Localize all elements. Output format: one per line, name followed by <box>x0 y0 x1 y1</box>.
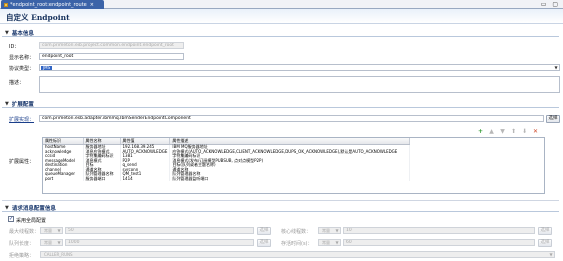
queue-length-choose-button: 选择 <box>257 239 271 247</box>
chevron-down-icon: ▼ <box>549 252 553 257</box>
editor-header: 自定义 Endpoint <box>0 9 563 24</box>
protocol-label: 协议类型： <box>9 66 35 72</box>
delete-icon[interactable]: ✕ <box>532 128 539 135</box>
core-threads-label: 核心线程数： <box>281 229 312 235</box>
editor-tab-label: *endpoint_root:endpoint_route <box>10 1 87 8</box>
id-field: com.primeton.eib.project.common.endpoint… <box>39 42 184 49</box>
chevron-down-icon: ▼ <box>554 65 558 70</box>
impl-choose-button[interactable]: 选择 <box>546 115 560 123</box>
max-threads-mode-value: 常量 <box>44 228 52 233</box>
keepalive-field: 60 <box>343 239 535 246</box>
add-icon[interactable]: + <box>477 128 484 135</box>
section-request-config-title: 请求消息配置信息 <box>11 205 56 212</box>
keepalive-label: 存活时间(s)： <box>281 241 313 247</box>
page-title: 自定义 Endpoint <box>6 13 70 22</box>
reject-policy-value: CALLER_RUNS <box>44 252 73 257</box>
max-threads-choose-button: 选择 <box>257 227 271 235</box>
table-row[interactable]: port 服务器端口 1414 队列管理器监听端口 <box>43 176 411 181</box>
move-bottom-icon[interactable]: ⬇ <box>521 128 528 135</box>
close-tab-icon[interactable]: × <box>90 2 94 8</box>
name-label: 显示名称： <box>9 55 35 61</box>
chevron-down-icon: ▼ <box>57 228 61 233</box>
queue-length-mode-value: 常量 <box>44 240 52 245</box>
cell-description: 队列管理器监听端口 <box>169 176 411 181</box>
use-global-label: 采用全局配置 <box>16 218 47 224</box>
keepalive-choose-button: 选择 <box>538 239 552 247</box>
move-up-icon[interactable]: ▲ <box>488 128 495 135</box>
name-field[interactable]: endpoint_root <box>39 53 184 60</box>
chevron-down-icon: ▼ <box>335 228 339 233</box>
max-threads-label: 最大线程数： <box>9 229 40 235</box>
cell-id: port <box>43 176 84 181</box>
chevron-down-icon: ▼ <box>335 240 339 245</box>
keepalive-mode-select: 常量 ▼ <box>318 239 341 246</box>
move-top-icon[interactable]: ⬆ <box>510 128 517 135</box>
section-extension[interactable]: ▼ 扩展配置 <box>2 100 559 108</box>
queue-length-field: 1000 <box>65 239 254 246</box>
window-controls[interactable]: ▭ ▢ <box>541 1 560 8</box>
queue-length-label: 队列长度： <box>9 241 35 247</box>
move-down-icon[interactable]: ▼ <box>499 128 506 135</box>
cell-value[interactable]: 1414 <box>120 176 171 181</box>
queue-length-mode-select: 常量 ▼ <box>40 239 63 246</box>
core-threads-choose-button: 选择 <box>538 227 552 235</box>
section-basic-info-title: 基本信息 <box>11 30 34 37</box>
description-label: 描述： <box>9 80 25 86</box>
max-threads-mode-select: 常量 ▼ <box>40 227 63 234</box>
core-threads-mode-select: 常量 ▼ <box>318 227 341 234</box>
chevron-down-icon: ▼ <box>57 240 61 245</box>
editor-tab-bar: *endpoint_root:endpoint_route × ▭ ▢ <box>0 0 563 9</box>
reject-policy-label: 拒绝策略： <box>9 253 35 259</box>
section-basic-info[interactable]: ▼ 基本信息 <box>2 29 559 37</box>
use-global-checkbox[interactable]: ✓ <box>8 216 14 222</box>
extension-properties-table[interactable]: 属性标识 属性名称 属性值 属性描述 hostName 服务器地址 192.16… <box>42 137 545 194</box>
collapse-triangle-icon[interactable]: ▼ <box>5 101 9 107</box>
cell-name: 服务器端口 <box>83 176 121 181</box>
protocol-select[interactable]: JMS ▼ <box>39 64 560 71</box>
collapse-triangle-icon[interactable]: ▼ <box>5 205 9 211</box>
core-threads-field: 10 <box>343 227 535 234</box>
impl-class-field[interactable]: com.primeton.esb.adapter.ibmmq.IbmSender… <box>39 115 544 122</box>
impl-label-link[interactable]: 扩展实现： <box>9 116 34 123</box>
reject-policy-select: CALLER_RUNS ▼ <box>40 251 555 258</box>
max-threads-field: 50 <box>65 227 254 234</box>
props-label: 扩展属性： <box>9 159 35 165</box>
protocol-selected-value: JMS <box>41 65 53 70</box>
section-request-config[interactable]: ▼ 请求消息配置信息 <box>2 204 559 212</box>
editor-tab[interactable]: *endpoint_root:endpoint_route × <box>1 0 104 9</box>
keepalive-mode-value: 常量 <box>322 240 330 245</box>
cell-description: 应答模式(AUTO_ACKNOWLEDGE,CLIENT_ACKNOWLEDGE… <box>169 149 411 154</box>
description-textarea[interactable] <box>39 76 560 93</box>
id-label: ID： <box>9 44 20 50</box>
endpoint-file-icon <box>4 2 8 7</box>
props-toolbar: + ▲ ▼ ⬆ ⬇ ✕ <box>477 128 539 135</box>
section-extension-title: 扩展配置 <box>11 101 34 108</box>
section-divider <box>2 200 559 201</box>
core-threads-mode-value: 常量 <box>322 228 330 233</box>
collapse-triangle-icon[interactable]: ▼ <box>5 30 9 36</box>
